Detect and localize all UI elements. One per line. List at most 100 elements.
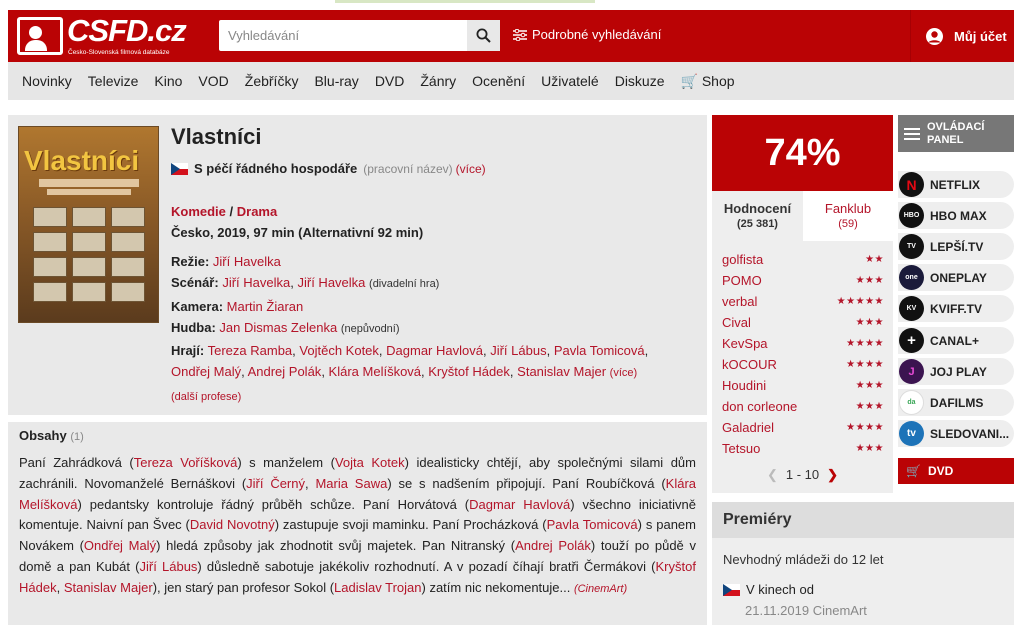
netflix-icon: N (899, 172, 924, 197)
user-link[interactable]: POMO (722, 273, 762, 288)
vod-label: NETFLIX (930, 177, 980, 192)
cast-link[interactable]: Jiří Lábus (490, 343, 546, 358)
chevron-right-icon[interactable]: ❯ (827, 467, 838, 482)
cast-link[interactable]: Stanislav Majer (517, 364, 606, 379)
user-link[interactable]: KevSpa (722, 336, 768, 351)
actor-link[interactable]: Ondřej Malý (84, 538, 156, 553)
chevron-left-icon[interactable]: ❮ (767, 467, 778, 482)
panel-label-line2: PANEL (927, 133, 964, 146)
person-link[interactable]: Jan Dismas Zelenka (219, 320, 337, 335)
actor-link[interactable]: Jiří Lábus (139, 559, 197, 574)
user-link[interactable]: don corleone (722, 399, 797, 414)
cast-link[interactable]: Tereza Ramba (208, 343, 293, 358)
vod-hbomax[interactable]: HBO HBO MAX (898, 202, 1014, 229)
vod-label: HBO MAX (930, 208, 987, 223)
advanced-search-link[interactable]: Podrobné vyhledávání (513, 27, 661, 42)
person-link[interactable]: Jiří Havelka (297, 275, 365, 290)
cart-icon: 🛒 (680, 72, 698, 89)
cast-link[interactable]: Andrej Polák (248, 364, 322, 379)
vod-jojplay[interactable]: J JOJ PLAY (898, 358, 1014, 385)
premieres-heading: Premiéry (712, 502, 1014, 538)
user-link[interactable]: verbal (722, 294, 757, 309)
actor-link[interactable]: Ladislav Trojan (334, 580, 421, 595)
cast-link[interactable]: Kryštof Hádek (428, 364, 510, 379)
cast-link[interactable]: Klára Melíšková (329, 364, 421, 379)
nav-bluray[interactable]: Blu-ray (314, 73, 358, 89)
user-link[interactable]: Houdini (722, 378, 766, 393)
nav-dvd[interactable]: DVD (375, 73, 405, 89)
cast-link[interactable]: Ondřej Malý (171, 364, 241, 379)
vod-label: DAFILMS (930, 395, 984, 410)
stars-rating: ★★★ (855, 275, 884, 286)
user-link[interactable]: kOCOUR (722, 357, 777, 372)
cast-link[interactable]: Pavla Tomicová (554, 343, 645, 358)
vod-canalplus[interactable]: + CANAL+ (898, 327, 1014, 354)
nav-zanry[interactable]: Žánry (420, 73, 456, 89)
film-info: Vlastníci Vlastníci S péčí řádného hospo… (8, 115, 707, 415)
dvd-shop-button[interactable]: 🛒 DVD (898, 458, 1014, 484)
actor-link[interactable]: Andrej Polák (515, 538, 591, 553)
tab-fanklub[interactable]: Fanklub (59) (803, 191, 893, 241)
vod-oneplay[interactable]: one ONEPLAY (898, 264, 1014, 291)
nav-vod[interactable]: VOD (198, 73, 228, 89)
user-link[interactable]: golfista (722, 252, 763, 267)
nav-diskuze[interactable]: Diskuze (615, 73, 665, 89)
nav-zebricky[interactable]: Žebříčky (245, 73, 299, 89)
search-input[interactable] (219, 20, 467, 51)
account-label: Můj účet (954, 28, 1007, 44)
actor-link[interactable]: Tereza Voříšková (134, 455, 238, 470)
nav-oceneni[interactable]: Ocenění (472, 73, 525, 89)
actor-link[interactable]: Stanislav Majer (64, 580, 153, 595)
vod-sledovani[interactable]: tv SLEDOVANI... (898, 420, 1014, 447)
vod-kvifftv[interactable]: KV KVIFF.TV (898, 295, 1014, 322)
cast-more-link[interactable]: (více) (610, 367, 638, 379)
cinema-premiere: V kinech od (723, 582, 814, 597)
person-link[interactable]: Jiří Havelka (213, 254, 281, 269)
cast-link[interactable]: Dagmar Havlová (386, 343, 483, 358)
search-icon (476, 28, 491, 43)
actor-link[interactable]: Maria Sawa (315, 476, 387, 491)
camera-label: Kamera: (171, 298, 224, 314)
stars-rating: ★★★★★ (836, 296, 884, 307)
tab-hodnoceni[interactable]: Hodnocení (25 381) (712, 191, 803, 241)
vod-label: JOJ PLAY (930, 364, 987, 379)
film-title: Vlastníci (171, 124, 262, 149)
vod-netflix[interactable]: N NETFLIX (898, 171, 1014, 198)
user-link[interactable]: Cival (722, 315, 751, 330)
site-logo[interactable]: CSFD.cz Česko-Slovenská filmová databáze (17, 13, 187, 58)
genre-link[interactable]: Drama (237, 204, 277, 219)
canal-plus-icon: + (899, 328, 924, 353)
stars-rating: ★★★ (855, 443, 884, 454)
plot-source-link[interactable]: (CinemArt) (574, 583, 627, 595)
nav-kino[interactable]: Kino (154, 73, 182, 89)
vod-dafilms[interactable]: da DAFILMS (898, 389, 1014, 416)
search-button[interactable] (467, 20, 500, 51)
user-link[interactable]: Tetsuo (722, 441, 760, 456)
tab-fanklub-label: Fanklub (824, 201, 872, 216)
actor-link[interactable]: Dagmar Havlová (469, 497, 570, 512)
actor-link[interactable]: Pavla Tomicová (547, 517, 638, 532)
film-poster[interactable]: Vlastníci (18, 126, 159, 323)
list-item: POMO ★★★ (722, 270, 884, 291)
nav-uzivatele[interactable]: Uživatelé (541, 73, 599, 89)
actor-link[interactable]: Jiří Černý (246, 476, 305, 491)
control-panel-button[interactable]: OVLÁDACÍ PANEL (898, 115, 1014, 152)
main-nav: Novinky Televize Kino VOD Žebříčky Blu-r… (8, 62, 1014, 100)
dafilms-icon: da (899, 390, 924, 415)
person-link[interactable]: Jiří Havelka (222, 275, 290, 290)
premiere-date: 21.11.2019 CinemArt (745, 603, 867, 618)
actor-link[interactable]: David Novotný (190, 517, 275, 532)
genre-link[interactable]: Komedie (171, 204, 226, 219)
nav-televize[interactable]: Televize (88, 73, 139, 89)
vod-lepsitv[interactable]: TV LEPŠÍ.TV (898, 233, 1014, 260)
user-link[interactable]: Galadriel (722, 420, 774, 435)
nav-shop[interactable]: 🛒 Shop (681, 73, 735, 90)
person-link[interactable]: Martin Žiaran (227, 299, 304, 314)
alt-title-more-link[interactable]: (více) (456, 162, 486, 176)
actor-link[interactable]: Vojta Kotek (335, 455, 405, 470)
nav-novinky[interactable]: Novinky (22, 73, 72, 89)
more-professions-link[interactable]: (další profese) (171, 391, 241, 403)
account-button[interactable]: Můj účet (910, 10, 1014, 62)
cast-link[interactable]: Vojtěch Kotek (299, 343, 379, 358)
tab-hodnoceni-count: (25 381) (737, 218, 778, 230)
